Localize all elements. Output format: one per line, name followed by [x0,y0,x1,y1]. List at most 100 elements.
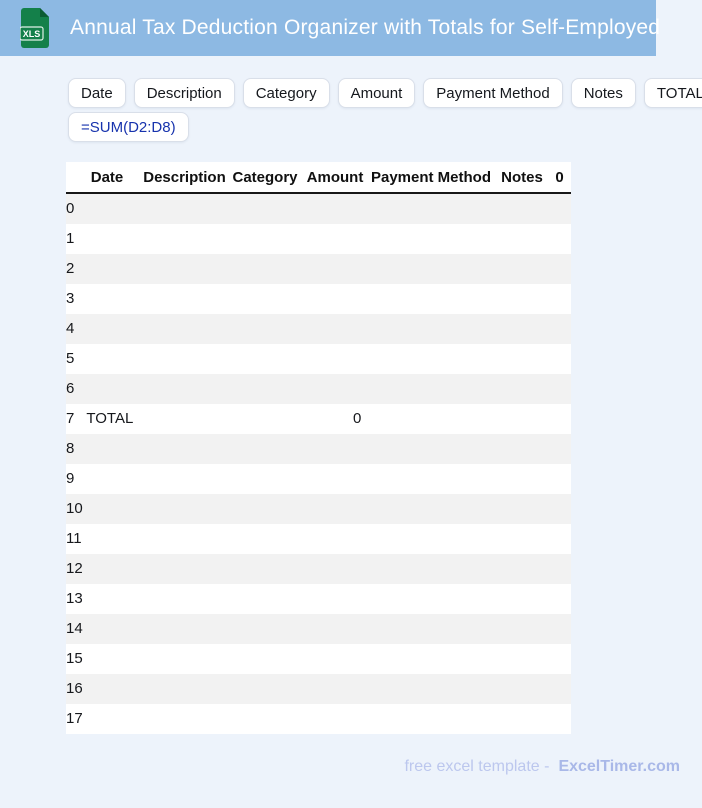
column-chip[interactable]: TOTAL [643,78,702,108]
notes-cell [499,344,551,374]
table-row: 17 [66,704,571,734]
notes-cell [499,254,551,284]
date-cell [74,224,146,254]
notes-cell [508,704,560,734]
date-cell [74,314,146,344]
date-cell [83,704,155,734]
amount-cell [307,224,369,254]
amount-cell [316,674,378,704]
row-number-cell: 3 [66,290,75,307]
column-chip[interactable]: Category [242,78,330,108]
description-cell [146,404,229,434]
category-cell [238,584,316,614]
table-row: 12 [66,554,571,584]
amount-cell [316,494,378,524]
notes-cell [499,374,551,404]
date-cell [83,494,155,524]
date-cell [83,674,155,704]
column-chip[interactable]: Notes [570,78,636,108]
amount-cell [307,464,369,494]
payment-method-cell [369,374,499,404]
category-cell [229,224,307,254]
description-cell [155,704,238,734]
category-cell [238,554,316,584]
amount-cell [316,584,378,614]
row-number-cell: 8 [66,440,75,457]
description-cell [155,554,238,584]
column-header: Amount [306,168,364,186]
payment-method-cell [369,314,499,344]
table-row: 15 [66,644,571,674]
payment-method-cell [369,254,499,284]
page-title: Annual Tax Deduction Organizer with Tota… [70,16,661,39]
amount-cell [307,194,369,224]
table-row: 0 [66,194,571,224]
footer: free excel template - ExcelTimer.com [404,758,680,776]
category-cell [229,194,307,224]
payment-method-cell [377,524,507,554]
amount-cell [316,614,378,644]
template-preview-page: XLS Annual Tax Deduction Organizer with … [0,0,702,808]
svg-text:XLS: XLS [23,29,41,39]
footer-brand-link[interactable]: ExcelTimer.com [558,758,680,776]
date-cell [74,344,146,374]
table-row: 14 [66,614,571,644]
payment-method-cell [378,614,508,644]
column-chip[interactable]: Date [68,78,126,108]
amount-cell [307,344,369,374]
table-row: 8 [66,434,571,464]
category-cell [229,434,307,464]
description-cell [146,284,229,314]
date-cell [83,584,155,614]
payment-method-cell [369,284,499,314]
total-cell [551,194,571,224]
row-number-cell: 11 [66,530,82,547]
amount-cell [307,434,369,464]
category-cell [237,524,315,554]
date-cell [82,524,154,554]
amount-cell [315,524,377,554]
amount-cell [316,554,378,584]
description-cell [154,524,237,554]
notes-cell [499,314,551,344]
column-chip[interactable]: Payment Method [423,78,563,108]
category-cell [238,614,316,644]
row-number-cell: 16 [66,680,83,697]
row-number-cell: 0 [66,200,75,217]
row-number-cell: 7 [66,410,75,427]
table-row: 10 [66,494,571,524]
notes-cell [507,524,559,554]
table-row: 2 [66,254,571,284]
notes-cell [499,464,551,494]
description-cell [146,254,229,284]
description-cell [146,374,229,404]
column-header: Payment Method [370,168,491,186]
row-number-cell: 6 [66,380,75,397]
description-cell [146,224,229,254]
date-cell [74,284,146,314]
total-cell [551,374,571,404]
total-cell [551,404,571,434]
row-number-cell: 9 [66,470,75,487]
payment-method-cell [369,464,499,494]
date-cell [74,254,146,284]
table-row: 1 [66,224,571,254]
notes-cell [499,284,551,314]
description-cell [146,464,229,494]
date-cell [74,434,146,464]
date-cell: TOTAL [86,410,134,427]
amount-cell: 0 [353,410,362,427]
table-body: 0 1 2 3 4 5 6 7 TOTAL 0 8 9 10 11 12 13 … [66,194,571,734]
total-cell [551,464,571,494]
payment-method-cell [369,434,499,464]
category-cell [238,494,316,524]
date-cell [74,464,146,494]
column-chip[interactable]: Amount [337,78,416,108]
notes-cell [499,404,551,434]
amount-cell [307,284,369,314]
total-cell [551,344,571,374]
column-chip[interactable]: Description [133,78,235,108]
table-row: 7 TOTAL 0 [66,404,571,434]
formula-chip[interactable]: =SUM(D2:D8) [68,112,189,142]
column-header: Notes [501,168,543,186]
